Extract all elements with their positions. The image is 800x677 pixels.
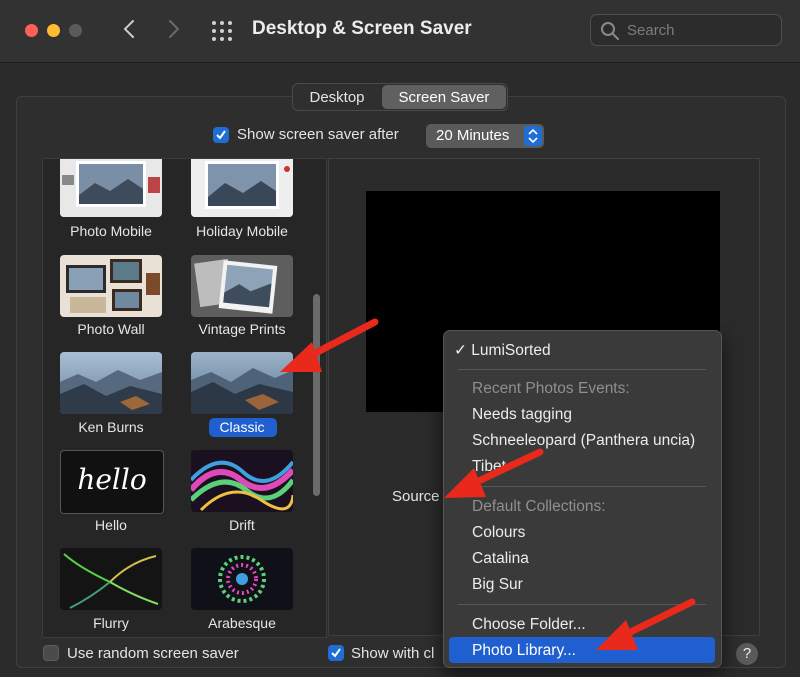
menu-item-photo-library[interactable]: Photo Library... (472, 642, 576, 660)
caption-hello: Hello (95, 517, 127, 533)
photo-mobile-thumbnail (60, 159, 162, 217)
menu-item-label: LumiSorted (471, 342, 551, 359)
chevron-right-icon (169, 20, 180, 38)
menu-separator (458, 486, 706, 487)
popup-stepper (524, 126, 542, 146)
menu-item-catalina[interactable]: Catalina (472, 550, 529, 568)
checkmark-icon: ✓ (454, 342, 472, 359)
search-icon (601, 22, 619, 40)
tab-screen-saver[interactable]: Screen Saver (382, 85, 506, 109)
photo-wall-thumbnail (60, 255, 162, 317)
menu-separator (458, 604, 706, 605)
menu-item-choose-folder[interactable]: Choose Folder... (472, 616, 586, 634)
thumb-classic[interactable] (191, 352, 293, 414)
vintage-prints-thumbnail (191, 255, 293, 317)
forward-button[interactable] (160, 14, 188, 44)
back-button[interactable] (115, 14, 143, 44)
menu-item-colours[interactable]: Colours (472, 524, 525, 542)
help-button[interactable]: ? (736, 643, 758, 665)
menu-item-lumisorted[interactable]: ✓ LumiSorted (454, 341, 551, 360)
caption-arabesque: Arabesque (208, 615, 276, 631)
show-with-clock-label: Show with cl (351, 645, 435, 662)
thumb-photo-mobile[interactable] (60, 159, 162, 217)
arabesque-thumbnail (191, 548, 293, 610)
show-screen-saver-label: Show screen saver after (237, 126, 399, 143)
thumb-holiday-mobile[interactable] (191, 159, 293, 217)
show-all-grid-button[interactable] (211, 20, 233, 42)
source-label: Source (392, 488, 440, 505)
random-screen-saver-checkbox[interactable] (43, 645, 59, 661)
show-screen-saver-checkbox[interactable] (213, 127, 229, 143)
menu-header-recent: Recent Photos Events: (472, 380, 630, 397)
menu-item-big-sur[interactable]: Big Sur (472, 576, 523, 594)
caption-ken-burns: Ken Burns (78, 419, 144, 435)
caption-flurry: Flurry (93, 615, 129, 631)
title-bar: Desktop & Screen Saver Search (0, 0, 800, 63)
search-placeholder: Search (627, 22, 675, 39)
source-menu[interactable]: ✓ LumiSorted Recent Photos Events: Needs… (443, 330, 722, 668)
grid-icon (212, 21, 232, 41)
thumb-photo-wall[interactable] (60, 255, 162, 317)
list-scrollbar[interactable] (313, 294, 320, 496)
thumb-vintage-prints[interactable] (191, 255, 293, 317)
menu-separator (458, 369, 706, 370)
thumb-hello[interactable]: hello (60, 450, 164, 514)
classic-thumbnail (191, 352, 293, 414)
holiday-mobile-thumbnail (191, 159, 293, 217)
random-screen-saver-label: Use random screen saver (67, 645, 239, 662)
checkmark-icon (331, 648, 341, 658)
caption-holiday-mobile: Holiday Mobile (196, 223, 288, 239)
menu-item-tibet[interactable]: Tibet (472, 458, 506, 476)
drift-thumbnail (191, 450, 293, 512)
menu-header-default: Default Collections: (472, 498, 606, 515)
menu-item-schneeleopard[interactable]: Schneeleopard (Panthera uncia) (472, 432, 695, 450)
hello-thumbnail-text: hello (77, 463, 147, 496)
close-window-button[interactable] (25, 24, 38, 37)
tab-desktop[interactable]: Desktop (293, 84, 381, 110)
zoom-window-button[interactable] (69, 24, 82, 37)
checkmark-icon (216, 130, 226, 140)
caption-classic: Classic (219, 419, 265, 435)
window-title: Desktop & Screen Saver (252, 18, 472, 39)
chevron-up-down-icon (528, 128, 538, 144)
caption-photo-mobile: Photo Mobile (70, 223, 152, 239)
minimize-window-button[interactable] (47, 24, 60, 37)
caption-photo-wall: Photo Wall (77, 321, 145, 337)
chevron-left-icon (123, 20, 134, 38)
menu-item-needs-tagging[interactable]: Needs tagging (472, 406, 572, 424)
flurry-thumbnail (60, 548, 162, 610)
time-popup-value: 20 Minutes (436, 127, 510, 144)
tab-segmented-control: Desktop Screen Saver (292, 83, 508, 111)
time-popup[interactable]: 20 Minutes (426, 124, 544, 148)
thumb-drift[interactable] (191, 450, 293, 512)
show-with-clock-checkbox[interactable] (328, 645, 344, 661)
screen-saver-list[interactable]: Photo Mobile Holiday Mobile Photo Wall V… (42, 158, 327, 638)
thumb-ken-burns[interactable] (60, 352, 162, 414)
caption-drift: Drift (229, 517, 255, 533)
search-field[interactable]: Search (590, 14, 782, 46)
caption-vintage-prints: Vintage Prints (198, 321, 286, 337)
thumb-flurry[interactable] (60, 548, 162, 610)
thumb-arabesque[interactable] (191, 548, 293, 610)
ken-burns-thumbnail (60, 352, 162, 414)
